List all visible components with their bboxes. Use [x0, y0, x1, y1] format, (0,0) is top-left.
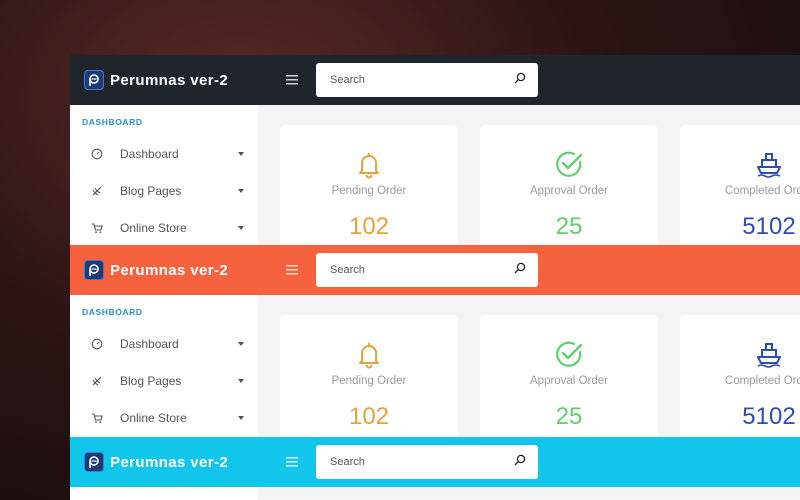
- brand-name: Perumnas ver-2: [110, 71, 229, 89]
- sidebar-heading: DASHBOARD: [82, 307, 143, 317]
- sidebar-item-dashboard[interactable]: Dashboard: [70, 325, 258, 362]
- sidebar-item-label: Blog Pages: [120, 183, 182, 198]
- blog-leaf-icon: [91, 375, 103, 387]
- stat-label: Approval Order: [530, 185, 608, 197]
- stat-value: 25: [555, 213, 583, 240]
- search-icon[interactable]: [514, 71, 526, 89]
- sidebar: DASHBOARD Dashboard Blog Pages Online St…: [70, 105, 258, 245]
- stat-card-pending-order[interactable]: Pending Order 102: [280, 315, 458, 437]
- sidebar-item-blog-pages[interactable]: Blog Pages: [70, 172, 258, 209]
- ship-icon: [754, 339, 784, 369]
- sidebar-item-blog-pages[interactable]: Blog Pages: [70, 362, 258, 399]
- chevron-down-icon: [238, 378, 244, 383]
- menu-toggle-icon[interactable]: [280, 68, 304, 92]
- dashboard-variant-dark: Perumnas ver-2 DASHBOARD Dashboard: [70, 55, 800, 245]
- topbar: Perumnas ver-2: [70, 437, 800, 487]
- stat-card-pending-order[interactable]: Pending Order 102: [280, 125, 458, 245]
- search-input[interactable]: [330, 74, 500, 86]
- chevron-down-icon: [238, 151, 244, 156]
- brand-logo-icon: [84, 70, 104, 90]
- stat-card-approval-order[interactable]: Approval Order 25: [480, 125, 658, 245]
- sidebar-item-online-store[interactable]: Online Store: [70, 399, 258, 436]
- content-area: Pending Order 102 Approval Order 25 Comp…: [258, 295, 800, 437]
- brand[interactable]: Perumnas ver-2: [70, 437, 258, 487]
- topbar: Perumnas ver-2: [70, 55, 800, 105]
- stat-value: 102: [348, 213, 390, 240]
- menu-toggle-icon[interactable]: [280, 450, 304, 474]
- bell-icon: [354, 339, 384, 369]
- dashboard-variant-cyan: Perumnas ver-2: [70, 437, 800, 500]
- stat-label: Pending Order: [331, 375, 407, 387]
- sidebar-item-online-store[interactable]: Online Store: [70, 209, 258, 245]
- search-box: [316, 445, 538, 479]
- search-box: [316, 253, 538, 287]
- brand-name: Perumnas ver-2: [110, 453, 229, 471]
- stat-label: Completed Order: [724, 375, 800, 387]
- chevron-down-icon: [238, 225, 244, 230]
- sidebar: DASHBOARD Dashboard Blog Pages Online St…: [70, 295, 258, 437]
- content-area: Pending Order 102 Approval Order 25 Comp…: [258, 105, 800, 245]
- sidebar-item-label: Online Store: [120, 410, 187, 425]
- brand-logo-icon: [84, 260, 104, 280]
- stat-label: Pending Order: [331, 185, 407, 197]
- stat-card-completed-order[interactable]: Completed Order 5102: [680, 125, 800, 245]
- check-circle-icon: [554, 149, 584, 179]
- sidebar-item-label: Blog Pages: [120, 373, 182, 388]
- shopping-cart-icon: [91, 412, 103, 424]
- ship-icon: [754, 149, 784, 179]
- bell-icon: [354, 149, 384, 179]
- content-area: [258, 487, 800, 500]
- blog-leaf-icon: [91, 185, 103, 197]
- brand[interactable]: Perumnas ver-2: [70, 245, 258, 295]
- sidebar: [70, 487, 258, 500]
- search-box: [316, 63, 538, 97]
- dashboard-variant-orange: Perumnas ver-2 DASHBOARD Dashboard: [70, 245, 800, 437]
- sidebar-item-dashboard[interactable]: Dashboard: [70, 135, 258, 172]
- brand-name: Perumnas ver-2: [110, 261, 229, 279]
- sidebar-item-label: Dashboard: [120, 146, 179, 161]
- dashboard-gauge-icon: [91, 338, 103, 350]
- stat-value: 5102: [742, 213, 796, 240]
- shopping-cart-icon: [91, 222, 103, 234]
- topbar: Perumnas ver-2: [70, 245, 800, 295]
- search-input[interactable]: [330, 456, 500, 468]
- brand-logo-icon: [84, 452, 104, 472]
- brand[interactable]: Perumnas ver-2: [70, 55, 258, 105]
- stat-card-approval-order[interactable]: Approval Order 25: [480, 315, 658, 437]
- sidebar-item-label: Dashboard: [120, 336, 179, 351]
- stat-card-completed-order[interactable]: Completed Order 5102: [680, 315, 800, 437]
- sidebar-heading: DASHBOARD: [82, 117, 143, 127]
- chevron-down-icon: [238, 188, 244, 193]
- search-input[interactable]: [330, 264, 500, 276]
- stat-value: 25: [555, 403, 583, 430]
- check-circle-icon: [554, 339, 584, 369]
- stat-label: Completed Order: [724, 185, 800, 197]
- stat-value: 102: [348, 403, 390, 430]
- dashboard-gauge-icon: [91, 148, 103, 160]
- menu-toggle-icon[interactable]: [280, 258, 304, 282]
- stat-value: 5102: [742, 403, 796, 430]
- stat-label: Approval Order: [530, 375, 608, 387]
- chevron-down-icon: [238, 415, 244, 420]
- chevron-down-icon: [238, 341, 244, 346]
- search-icon[interactable]: [514, 453, 526, 471]
- search-icon[interactable]: [514, 261, 526, 279]
- sidebar-item-label: Online Store: [120, 220, 187, 235]
